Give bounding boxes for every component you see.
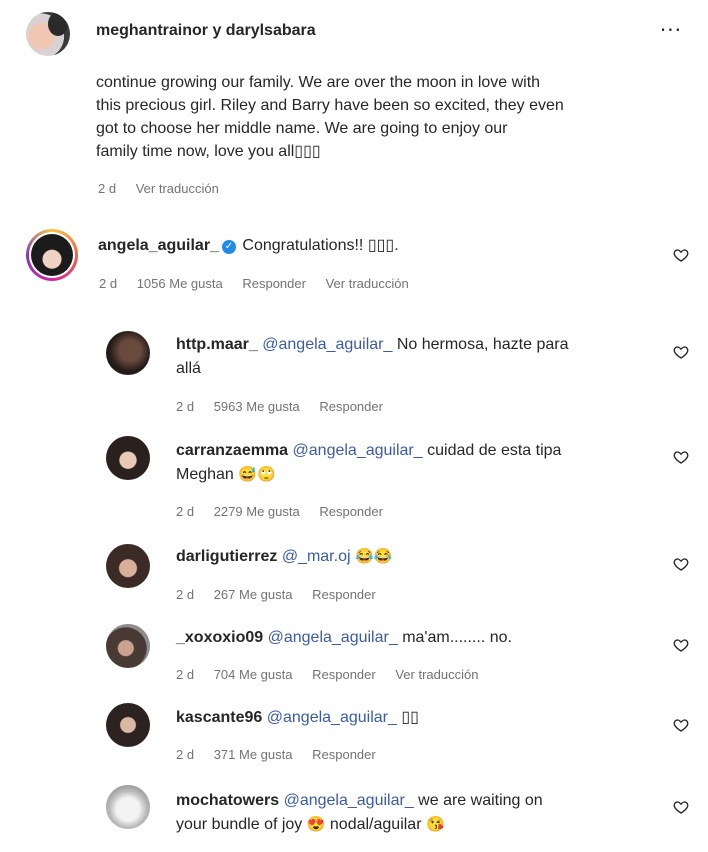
mention-link[interactable]: @angela_aguilar_: [267, 709, 397, 726]
reply-meta: 2 d 371 Me gusta Responder: [176, 747, 392, 762]
reply-username[interactable]: http.maar_: [176, 336, 258, 353]
reply-username[interactable]: darligutierrez: [176, 548, 277, 565]
heart-outline-icon[interactable]: [673, 449, 689, 465]
avatar-photo: [31, 234, 73, 276]
caption-meta: 2 d Ver traducción: [98, 181, 235, 196]
reply-username[interactable]: carranzaemma: [176, 442, 288, 459]
reply-avatar[interactable]: [106, 436, 150, 480]
more-horizontal-icon[interactable]: ···: [660, 20, 682, 40]
post-caption: continue growing our family. We are over…: [96, 71, 676, 163]
reply-text: your bundle of joy: [176, 816, 303, 833]
reply: kascante96 @angela_aguilar_ ▯▯: [176, 706, 656, 730]
translate-link[interactable]: Ver traducción: [326, 276, 409, 291]
comment-likes[interactable]: 1056 Me gusta: [137, 276, 223, 291]
reply-button[interactable]: Responder: [242, 276, 306, 291]
commenter-avatar[interactable]: [26, 229, 78, 281]
emoji: 😍: [306, 816, 326, 833]
reply-text: we are waiting on: [418, 792, 543, 809]
caption-line: this precious girl. Riley and Barry have…: [96, 97, 564, 114]
reply-age: 2 d: [176, 667, 195, 682]
mention-link[interactable]: @angela_aguilar_: [262, 336, 392, 353]
reply-likes[interactable]: 704 Me gusta: [214, 667, 293, 682]
reply-text: nodal/aguilar: [329, 816, 422, 833]
caption-line: continue growing our family. We are over…: [96, 74, 541, 91]
reply-likes[interactable]: 2279 Me gusta: [214, 504, 300, 519]
mention-link[interactable]: @_mar.oj: [282, 548, 351, 565]
owner-usernames[interactable]: meghantrainor y darylsabara: [96, 22, 316, 40]
reply-username[interactable]: _xoxoxio09: [176, 629, 263, 646]
reply-text: allá: [176, 360, 201, 377]
reply-likes[interactable]: 371 Me gusta: [214, 747, 293, 762]
reply-age: 2 d: [176, 399, 195, 414]
reply-text: Meghan: [176, 466, 234, 483]
comment: angela_aguilar_ ✓ Congratulations!! ▯▯▯.: [98, 234, 399, 258]
mention-link[interactable]: @angela_aguilar_: [293, 442, 423, 459]
post-header: meghantrainor y darylsabara ···: [0, 0, 708, 66]
emoji: 😂😂: [354, 548, 393, 565]
comment-text: Congratulations!! ▯▯▯.: [242, 237, 399, 254]
caption-line: family time now, love you all▯▯▯: [96, 143, 321, 160]
reply-meta: 2 d 267 Me gusta Responder: [176, 587, 392, 602]
caption-line: got to choose her middle name. We are go…: [96, 120, 508, 137]
owner-avatar[interactable]: [26, 12, 70, 56]
reply-text: ma'am........ no.: [402, 629, 512, 646]
reply-age: 2 d: [176, 587, 195, 602]
heart-outline-icon[interactable]: [673, 717, 689, 733]
reply-button[interactable]: Responder: [312, 747, 376, 762]
translate-link[interactable]: Ver traducción: [395, 667, 478, 682]
reply-meta: 2 d 5963 Me gusta Responder: [176, 399, 399, 414]
verified-badge-icon: ✓: [221, 240, 236, 254]
reply-avatar[interactable]: [106, 785, 150, 829]
heart-outline-icon[interactable]: [673, 799, 689, 815]
heart-outline-icon[interactable]: [673, 247, 689, 263]
comment-meta: 2 d 1056 Me gusta Responder Ver traducci…: [99, 276, 425, 291]
reply: mochatowers @angela_aguilar_ we are wait…: [176, 789, 656, 837]
reply-text: ▯▯: [401, 709, 419, 726]
reply-button[interactable]: Responder: [319, 399, 383, 414]
reply-meta: 2 d 704 Me gusta Responder Ver traducció…: [176, 667, 494, 682]
reply-avatar[interactable]: [106, 544, 150, 588]
comment-age: 2 d: [99, 276, 118, 291]
heart-outline-icon[interactable]: [673, 556, 689, 572]
reply-text: No hermosa, hazte para: [396, 336, 569, 353]
caption-age: 2 d: [98, 181, 117, 196]
reply: carranzaemma @angela_aguilar_ cuidad de …: [176, 439, 656, 487]
heart-outline-icon[interactable]: [673, 637, 689, 653]
reply-username[interactable]: kascante96: [176, 709, 262, 726]
reply: http.maar_ @angela_aguilar_ No hermosa, …: [176, 333, 656, 381]
reply-age: 2 d: [176, 747, 195, 762]
reply-avatar[interactable]: [106, 624, 150, 668]
reply-avatar[interactable]: [106, 703, 150, 747]
emoji: 😘: [425, 816, 445, 833]
mention-link[interactable]: @angela_aguilar_: [284, 792, 414, 809]
reply: darligutierrez @_mar.oj 😂😂: [176, 545, 656, 569]
reply: _xoxoxio09 @angela_aguilar_ ma'am.......…: [176, 626, 656, 650]
reply-username[interactable]: mochatowers: [176, 792, 279, 809]
reply-button[interactable]: Responder: [312, 667, 376, 682]
reply-meta: 2 d 2279 Me gusta Responder: [176, 504, 399, 519]
caption-translate-link[interactable]: Ver traducción: [136, 181, 219, 196]
reply-likes[interactable]: 267 Me gusta: [214, 587, 293, 602]
reply-likes[interactable]: 5963 Me gusta: [214, 399, 300, 414]
comment-username[interactable]: angela_aguilar_: [98, 237, 219, 254]
reply-text: cuidad de esta tipa: [427, 442, 562, 459]
emoji: 😅🙄: [238, 466, 276, 483]
mention-link[interactable]: @angela_aguilar_: [268, 629, 398, 646]
reply-button[interactable]: Responder: [312, 587, 376, 602]
reply-age: 2 d: [176, 504, 195, 519]
heart-outline-icon[interactable]: [673, 344, 689, 360]
reply-avatar[interactable]: [106, 331, 150, 375]
reply-button[interactable]: Responder: [319, 504, 383, 519]
